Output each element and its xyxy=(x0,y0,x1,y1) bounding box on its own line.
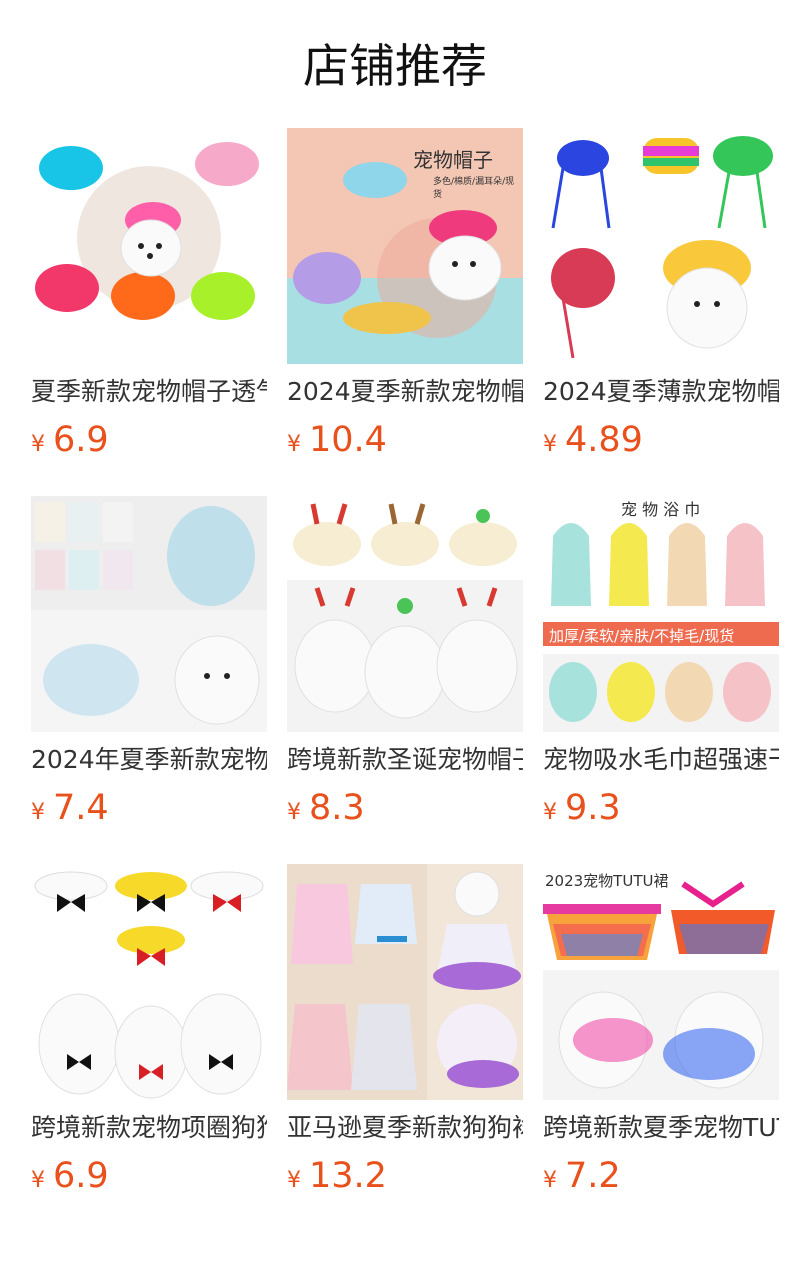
product-image[interactable] xyxy=(31,128,267,364)
currency-symbol: ¥ xyxy=(31,800,45,825)
product-card[interactable]: 2024夏季薄款宠物帽子 ¥4.89 xyxy=(543,128,779,468)
currency-symbol: ¥ xyxy=(543,800,557,825)
product-title[interactable]: 跨境新款圣诞宠物帽子 xyxy=(287,744,523,776)
product-card[interactable]: 宠 物 浴 巾 加厚/柔软/亲肤/不掉毛/现货 宠物吸水毛巾超强速干 ¥9.3 xyxy=(543,496,779,836)
product-image[interactable] xyxy=(287,864,523,1100)
price-value: 6.9 xyxy=(53,1156,109,1196)
currency-symbol: ¥ xyxy=(287,432,301,457)
product-price: ¥7.4 xyxy=(31,786,267,830)
price-value: 9.3 xyxy=(565,788,621,828)
image-text: 宠 物 浴 巾 xyxy=(621,500,701,519)
product-image[interactable] xyxy=(543,128,779,364)
currency-symbol: ¥ xyxy=(31,1168,45,1193)
price-value: 6.9 xyxy=(53,420,109,460)
currency-symbol: ¥ xyxy=(543,432,557,457)
product-card[interactable]: 2023宠物TUTU裙 跨境新款夏季宠物TUTU裙 ¥7.2 xyxy=(543,864,779,1204)
product-image[interactable]: 2023宠物TUTU裙 xyxy=(543,864,779,1100)
product-title[interactable]: 夏季新款宠物帽子透气网眼 xyxy=(31,376,267,408)
currency-symbol: ¥ xyxy=(31,432,45,457)
product-title[interactable]: 亚马逊夏季新款狗狗裙子 xyxy=(287,1112,523,1144)
product-image[interactable]: 宠 物 浴 巾 加厚/柔软/亲肤/不掉毛/现货 xyxy=(543,496,779,732)
product-image[interactable] xyxy=(31,864,267,1100)
product-title[interactable]: 宠物吸水毛巾超强速干 xyxy=(543,744,779,776)
price-value: 4.89 xyxy=(565,420,643,460)
image-subtext: 多色/棉质/漏耳朵/现货 xyxy=(433,177,515,200)
currency-symbol: ¥ xyxy=(287,800,301,825)
price-value: 7.4 xyxy=(53,788,109,828)
product-image[interactable] xyxy=(287,496,523,732)
price-value: 10.4 xyxy=(309,420,387,460)
product-price: ¥6.9 xyxy=(31,1154,267,1198)
product-image[interactable] xyxy=(31,496,267,732)
product-card[interactable]: 跨境新款圣诞宠物帽子 ¥8.3 xyxy=(287,496,523,836)
product-image[interactable]: 宠物帽子 多色/棉质/漏耳朵/现货 xyxy=(287,128,523,364)
product-card[interactable]: 2024年夏季新款宠物背心 ¥7.4 xyxy=(31,496,267,836)
product-price: ¥8.3 xyxy=(287,786,523,830)
price-value: 7.2 xyxy=(565,1156,621,1196)
product-price: ¥13.2 xyxy=(287,1154,523,1198)
product-card[interactable]: 宠物帽子 多色/棉质/漏耳朵/现货 2024夏季新款宠物帽子 ¥10.4 xyxy=(287,128,523,468)
product-title[interactable]: 跨境新款夏季宠物TUTU裙 xyxy=(543,1112,779,1144)
currency-symbol: ¥ xyxy=(287,1168,301,1193)
product-title[interactable]: 2024夏季薄款宠物帽子 xyxy=(543,376,779,408)
product-price: ¥6.9 xyxy=(31,418,267,462)
product-title[interactable]: 2024年夏季新款宠物背心 xyxy=(31,744,267,776)
product-price: ¥7.2 xyxy=(543,1154,779,1198)
currency-symbol: ¥ xyxy=(543,1168,557,1193)
product-title[interactable]: 跨境新款宠物项圈狗狗领结 xyxy=(31,1112,267,1144)
price-value: 8.3 xyxy=(309,788,365,828)
product-price: ¥10.4 xyxy=(287,418,523,462)
product-card[interactable]: 亚马逊夏季新款狗狗裙子 ¥13.2 xyxy=(287,864,523,1204)
product-title[interactable]: 2024夏季新款宠物帽子 xyxy=(287,376,523,408)
product-price: ¥4.89 xyxy=(543,418,779,462)
page-title: 店铺推荐 xyxy=(303,39,487,93)
product-card[interactable]: 夏季新款宠物帽子透气网眼 ¥6.9 xyxy=(31,128,267,468)
image-text: 2023宠物TUTU裙 xyxy=(545,872,669,890)
image-text: 宠物帽子 xyxy=(413,148,493,172)
product-card[interactable]: 跨境新款宠物项圈狗狗领结 ¥6.9 xyxy=(31,864,267,1204)
image-banner: 加厚/柔软/亲肤/不掉毛/现货 xyxy=(549,627,735,645)
product-price: ¥9.3 xyxy=(543,786,779,830)
price-value: 13.2 xyxy=(309,1156,387,1196)
